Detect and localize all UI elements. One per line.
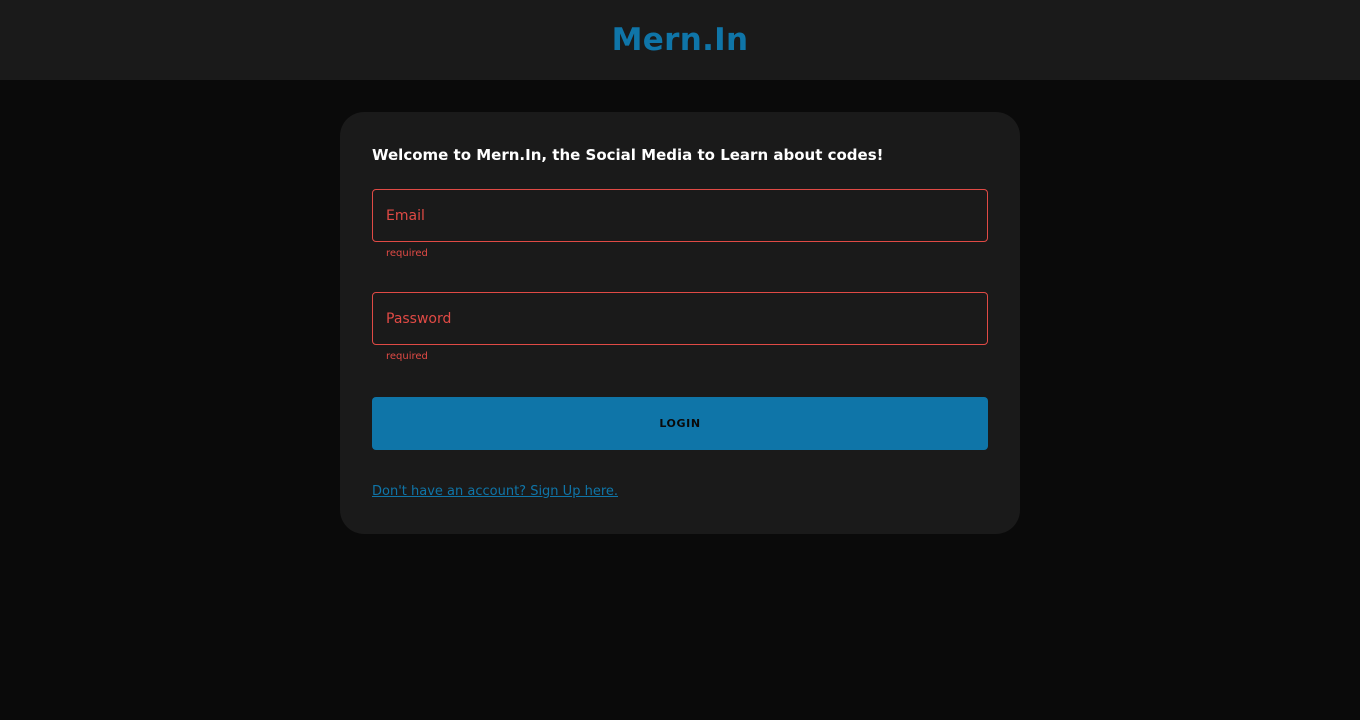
login-card: Welcome to Mern.In, the Social Media to …	[340, 112, 1020, 534]
navbar: Mern.In	[0, 0, 1360, 80]
login-button[interactable]: LOGIN	[372, 397, 988, 450]
password-field[interactable]	[372, 292, 988, 345]
signup-link[interactable]: Don't have an account? Sign Up here.	[372, 484, 618, 499]
email-field[interactable]	[372, 189, 988, 242]
email-input[interactable]	[373, 190, 987, 241]
brand-logo[interactable]: Mern.In	[612, 22, 749, 58]
email-helper-text: required	[386, 248, 428, 259]
password-helper-text: required	[386, 351, 428, 362]
welcome-text: Welcome to Mern.In, the Social Media to …	[372, 146, 884, 164]
password-input[interactable]	[373, 293, 987, 344]
